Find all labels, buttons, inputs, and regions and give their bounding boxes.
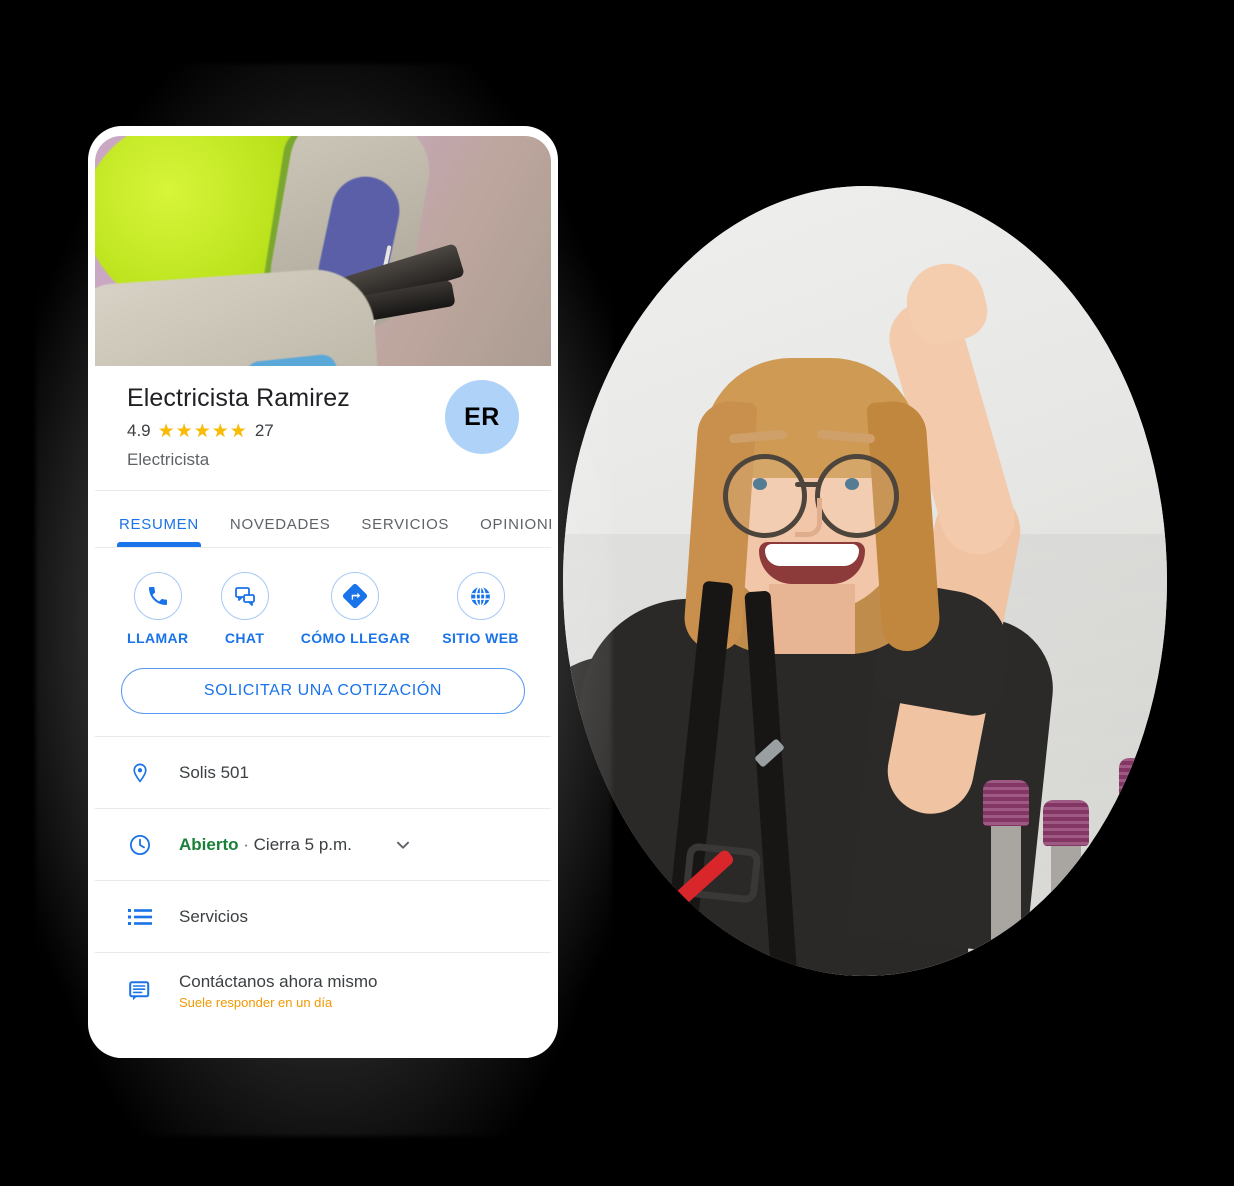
contact-text-group: Contáctanos ahora mismo Suele responder … (179, 972, 377, 1010)
rating-value: 4.9 (127, 421, 151, 440)
review-count: 27 (254, 421, 274, 440)
hours-row[interactable]: Abierto · Cierra 5 p.m. (95, 809, 551, 880)
services-text: Servicios (179, 906, 248, 926)
action-chat[interactable]: CHAT (220, 572, 269, 646)
action-label: LLAMAR (127, 630, 189, 646)
eyeglasses-right-lens (815, 454, 899, 538)
rating-stars: ★★★★★ ★★★★★ (157, 420, 248, 442)
location-pin-icon (127, 760, 153, 786)
tab-opiniones[interactable]: OPINIONES (480, 516, 551, 547)
clock-icon (127, 833, 153, 857)
closing-time: Cierra 5 p.m. (253, 834, 352, 854)
globe-icon-ring (456, 572, 505, 620)
action-label: CÓMO LLEGAR (300, 630, 411, 646)
chevron-down-icon[interactable] (392, 834, 414, 856)
clamp-tool (983, 780, 1029, 946)
person-mouth (759, 542, 865, 584)
address-row[interactable]: Solis 501 (95, 737, 551, 808)
person-nose (795, 498, 822, 537)
action-como-llegar[interactable]: CÓMO LLEGAR (301, 572, 410, 646)
action-label: CHAT (224, 630, 265, 646)
action-llamar[interactable]: LLAMAR (127, 572, 189, 646)
eyeglasses-bridge (795, 482, 819, 487)
person-teeth (765, 544, 859, 566)
electrician-photo (563, 186, 1167, 976)
contact-title: Contáctanos ahora mismo (179, 972, 378, 991)
action-buttons: LLAMAR CHAT CÓMO LLEGAR SITIO WEB (95, 548, 551, 654)
profile-tabs: RESUMEN NOVEDADES SERVICIOS OPINIONES (95, 491, 551, 547)
request-quote-button[interactable]: SOLICITAR UNA COTIZACIÓN (121, 668, 525, 714)
globe-icon (471, 585, 490, 607)
list-icon (127, 907, 153, 927)
hours-text: Abierto · Cierra 5 p.m. (179, 835, 352, 855)
services-row[interactable]: Servicios (95, 881, 551, 952)
chat-icon (234, 587, 255, 606)
business-category: Electricista (127, 450, 210, 469)
business-profile-screen: Electricista Ramirez 4.9 ★★★★★ ★★★★★ 27 … (95, 136, 551, 1058)
person-neck (769, 584, 855, 654)
contact-row[interactable]: Contáctanos ahora mismo Suele responder … (95, 953, 551, 1029)
avatar: ER (445, 380, 519, 454)
phone-frame: Electricista Ramirez 4.9 ★★★★★ ★★★★★ 27 … (88, 126, 558, 1058)
tab-novedades[interactable]: NOVEDADES (230, 516, 331, 547)
directions-icon (343, 583, 368, 609)
message-icon (127, 979, 153, 1003)
contact-subtitle: Suele responder en un día (179, 995, 333, 1010)
action-sitio-web[interactable]: SITIO WEB (442, 572, 519, 646)
business-header: Electricista Ramirez 4.9 ★★★★★ ★★★★★ 27 … (95, 366, 551, 490)
clamp-tool (1119, 758, 1165, 924)
action-label: SITIO WEB (442, 630, 519, 646)
hours-separator: · (243, 834, 249, 854)
address-text: Solis 501 (179, 762, 249, 782)
phone-icon (148, 587, 167, 605)
clamp-tool (1043, 800, 1089, 966)
tab-servicios[interactable]: SERVICIOS (361, 516, 449, 547)
chat-icon-ring (220, 572, 269, 620)
business-cover-photo (95, 136, 551, 366)
tab-resumen[interactable]: RESUMEN (117, 516, 201, 547)
phone-icon-ring (133, 572, 182, 620)
open-status: Abierto (179, 834, 239, 854)
directions-icon-ring (331, 572, 380, 620)
